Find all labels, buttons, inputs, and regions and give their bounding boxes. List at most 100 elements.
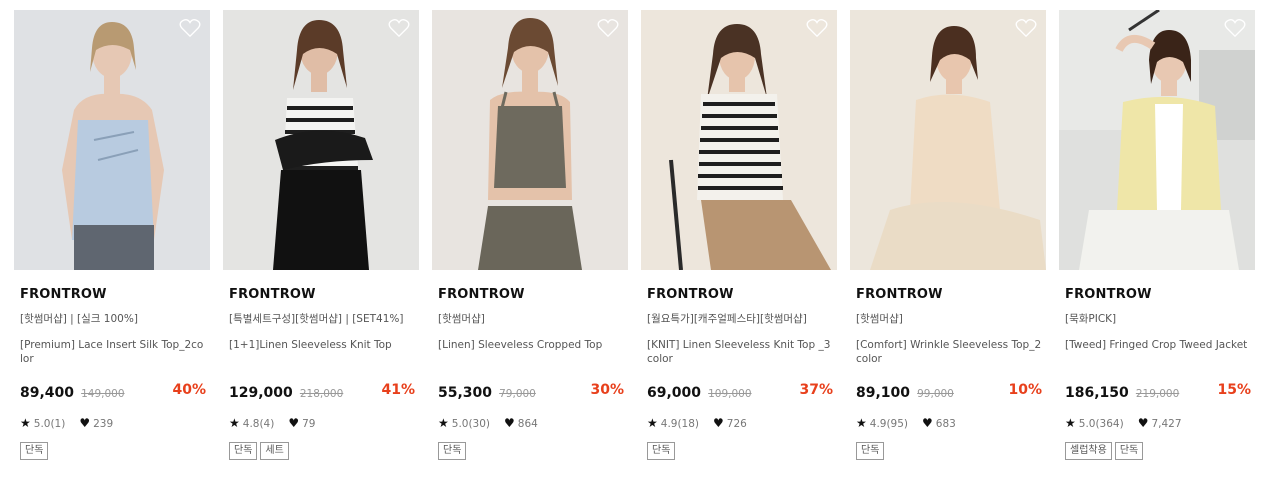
product-name[interactable]: [1+1]Linen Sleeveless Knit Top [229, 338, 415, 366]
product-tags: [특별세트구성][핫썸머샵] | [SET41%] [229, 313, 404, 325]
discount-rate: 10% [1008, 382, 1042, 398]
brand-name[interactable]: FRONTROW [229, 287, 419, 302]
heart-filled-icon: ♥ [288, 416, 300, 430]
product-card[interactable]: FRONTROW [묵화PICK] [Tweed] Fringed Crop T… [1059, 10, 1255, 460]
badge: 세트 [260, 442, 289, 460]
heart-filled-icon: ♥ [713, 416, 724, 430]
product-name[interactable]: [Linen] Sleeveless Cropped Top [438, 338, 624, 366]
badge: 단독 [1114, 442, 1144, 460]
product-name[interactable]: [KNIT] Linen Sleeveless Knit Top _3color [647, 338, 833, 366]
discount-rate: 30% [590, 382, 624, 398]
discount-rate: 15% [1217, 382, 1251, 398]
price-row: 89,400 149,000 40% [20, 382, 206, 402]
product-image[interactable] [641, 10, 837, 270]
discount-rate: 40% [172, 382, 206, 398]
product-tags: [핫썸머샵] [856, 313, 903, 325]
heart-filled-icon: ♥ [504, 416, 515, 430]
product-name[interactable]: [Premium] Lace Insert Silk Top_2color [20, 338, 206, 366]
rating: 4.8(4) [242, 418, 275, 430]
product-photo [432, 10, 628, 270]
wishlist-heart-icon[interactable] [597, 18, 619, 38]
product-meta: ★ 5.0(364) ♥ 7,427 [1065, 416, 1255, 430]
like-count: 79 [302, 418, 316, 430]
product-meta: ★ 4.9(18) ♥ 726 [647, 416, 837, 430]
original-price: 99,000 [917, 388, 954, 400]
wishlist-heart-icon[interactable] [1015, 18, 1037, 38]
price-row: 186,150 219,000 15% [1065, 382, 1251, 402]
product-grid: FRONTROW [핫썸머샵] | [실크 100%] [Premium] La… [0, 0, 1281, 483]
badge: 단독 [647, 442, 676, 460]
product-image[interactable] [850, 10, 1046, 270]
price-row: 55,300 79,000 30% [438, 382, 624, 402]
sale-price: 69,000 [647, 385, 702, 401]
product-photo [850, 10, 1046, 270]
original-price: 219,000 [1135, 388, 1180, 400]
price-row: 129,000 218,000 41% [229, 382, 415, 402]
price-row: 69,000 109,000 37% [647, 382, 833, 402]
product-photo [223, 10, 419, 270]
product-name[interactable]: [Comfort] Wrinkle Sleeveless Top_2color [856, 338, 1042, 366]
original-price: 218,000 [299, 388, 344, 400]
rating: 5.0(1) [33, 418, 66, 430]
sale-price: 129,000 [229, 385, 293, 401]
star-icon: ★ [647, 416, 658, 430]
product-card[interactable]: FRONTROW [월요특가][캐주얼페스타][핫썸머샵] [KNIT] Lin… [641, 10, 837, 460]
like-count: 726 [726, 418, 747, 430]
rating: 5.0(364) [1078, 418, 1124, 430]
product-image[interactable] [432, 10, 628, 270]
badge-list: 단독 [647, 438, 837, 460]
badge: 셀럽착용 [1065, 442, 1112, 460]
product-card[interactable]: FRONTROW [핫썸머샵] | [실크 100%] [Premium] La… [14, 10, 210, 460]
product-card[interactable]: FRONTROW [핫썸머샵] [Comfort] Wrinkle Sleeve… [850, 10, 1046, 460]
rating: 4.9(18) [660, 418, 700, 430]
brand-name[interactable]: FRONTROW [1065, 287, 1255, 302]
wishlist-heart-icon[interactable] [179, 18, 201, 38]
like-count: 7,427 [1151, 418, 1182, 430]
star-icon: ★ [856, 416, 867, 430]
brand-name[interactable]: FRONTROW [20, 287, 210, 302]
product-photo [14, 10, 210, 270]
brand-name[interactable]: FRONTROW [438, 287, 628, 302]
badge-list: 셀럽착용 단독 [1065, 438, 1255, 460]
wishlist-heart-icon[interactable] [388, 18, 410, 38]
star-icon: ★ [438, 416, 449, 430]
product-meta: ★ 4.9(95) ♥ 683 [856, 416, 1046, 430]
product-meta: ★ 5.0(30) ♥ 864 [438, 416, 628, 430]
price-row: 89,100 99,000 10% [856, 382, 1042, 402]
badge-list: 단독 [20, 438, 210, 460]
product-name[interactable]: [Tweed] Fringed Crop Tweed Jacket [1065, 338, 1251, 366]
product-tags: [핫썸머샵] | [실크 100%] [20, 313, 138, 325]
original-price: 109,000 [708, 388, 752, 400]
product-card[interactable]: FRONTROW [핫썸머샵] [Linen] Sleeveless Cropp… [432, 10, 628, 460]
product-meta: ★ 4.8(4) ♥ 79 [229, 416, 419, 430]
rating: 4.9(95) [869, 418, 909, 430]
product-card[interactable]: FRONTROW [특별세트구성][핫썸머샵] | [SET41%] [1+1]… [223, 10, 419, 460]
like-count: 239 [93, 418, 114, 430]
discount-rate: 37% [799, 382, 833, 398]
sale-price: 89,100 [856, 385, 911, 401]
sale-price: 186,150 [1065, 385, 1129, 401]
rating: 5.0(30) [451, 418, 491, 430]
product-photo [641, 10, 837, 270]
badge-list: 단독 세트 [229, 438, 419, 460]
wishlist-heart-icon[interactable] [1224, 18, 1246, 38]
heart-filled-icon: ♥ [1137, 416, 1149, 430]
sale-price: 89,400 [20, 385, 75, 401]
product-photo [1059, 10, 1255, 270]
product-tags: [묵화PICK] [1065, 313, 1117, 325]
product-image[interactable] [14, 10, 210, 270]
brand-name[interactable]: FRONTROW [647, 287, 837, 302]
wishlist-heart-icon[interactable] [806, 18, 828, 38]
badge-list: 단독 [856, 438, 1046, 460]
heart-filled-icon: ♥ [79, 416, 91, 430]
discount-rate: 41% [381, 382, 415, 398]
like-count: 683 [935, 418, 956, 430]
brand-name[interactable]: FRONTROW [856, 287, 1046, 302]
product-image[interactable] [223, 10, 419, 270]
product-image[interactable] [1059, 10, 1255, 270]
product-tags: [월요특가][캐주얼페스타][핫썸머샵] [647, 313, 807, 325]
product-meta: ★ 5.0(1) ♥ 239 [20, 416, 210, 430]
product-tags: [핫썸머샵] [438, 313, 485, 325]
badge: 단독 [856, 442, 885, 460]
badge-list: 단독 [438, 438, 628, 460]
